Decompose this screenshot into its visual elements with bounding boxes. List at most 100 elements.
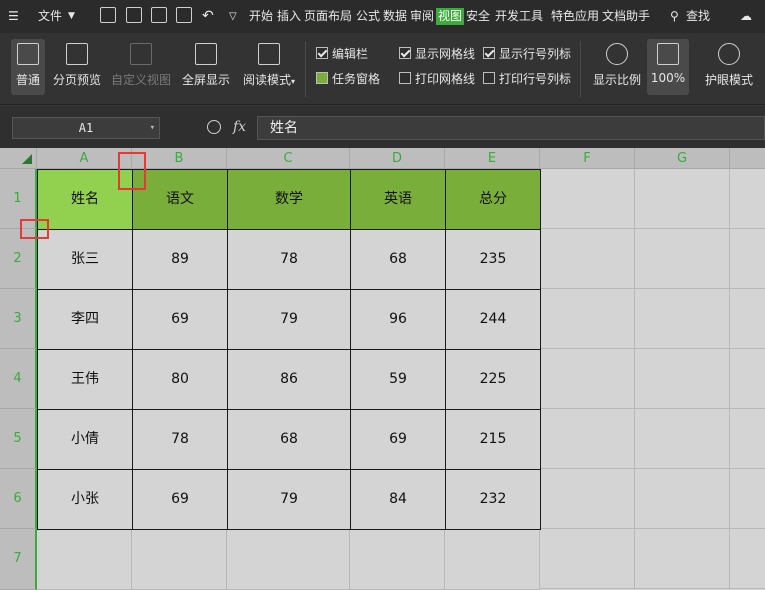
empty-cell[interactable] xyxy=(540,289,635,349)
empty-cell[interactable] xyxy=(730,169,765,229)
table-cell-chinese[interactable]: 89 xyxy=(132,229,228,290)
undo-icon[interactable]: ↶ xyxy=(202,8,214,25)
empty-cell[interactable] xyxy=(540,469,635,529)
file-dropdown-icon[interactable]: ▼ xyxy=(68,8,75,25)
spreadsheet-grid[interactable]: A B C D E F G 1 2 3 4 5 6 7 姓名 语文 数学 英语 … xyxy=(0,148,765,590)
search-button[interactable]: 查找 xyxy=(686,8,710,25)
tab-special[interactable]: 特色应用 xyxy=(551,8,599,25)
table-cell-name[interactable]: 小张 xyxy=(37,469,133,530)
table-cell-total[interactable]: 215 xyxy=(445,409,541,470)
tab-insert[interactable]: 插入 xyxy=(277,8,301,25)
column-header-g[interactable]: G xyxy=(635,148,730,169)
empty-cell[interactable] xyxy=(635,229,730,289)
table-cell-name[interactable]: 李四 xyxy=(37,289,133,350)
edit-bar-checkbox[interactable]: 编辑栏 xyxy=(316,46,368,62)
table-cell-name[interactable]: 王伟 xyxy=(37,349,133,410)
zoom-100-button[interactable]: 100% xyxy=(647,39,689,95)
table-cell-total[interactable]: 225 xyxy=(445,349,541,410)
name-box[interactable]: A1 ▾ xyxy=(12,117,160,139)
menu-file[interactable]: 文件 xyxy=(38,8,62,25)
full-screen-button[interactable]: 全屏显示 xyxy=(180,39,232,88)
normal-view-button[interactable]: 普通 xyxy=(11,39,45,95)
empty-cell[interactable] xyxy=(227,529,350,590)
zoom-formula-icon[interactable] xyxy=(207,120,221,134)
table-cell-name[interactable]: 小倩 xyxy=(37,409,133,470)
print-preview-icon[interactable] xyxy=(176,7,192,23)
empty-cell[interactable] xyxy=(730,529,765,589)
tab-page-layout[interactable]: 页面布局 xyxy=(304,8,352,25)
save-icon[interactable] xyxy=(100,7,116,23)
formula-input[interactable]: 姓名 xyxy=(257,116,765,140)
empty-cell[interactable] xyxy=(730,229,765,289)
empty-cell[interactable] xyxy=(540,349,635,409)
table-cell-chinese[interactable]: 80 xyxy=(132,349,228,410)
page-break-preview-button[interactable]: 分页预览 xyxy=(50,39,104,88)
row-header-5[interactable]: 5 xyxy=(0,409,37,469)
table-cell-total[interactable]: 235 xyxy=(445,229,541,290)
cloud-sync-icon[interactable]: ☁ xyxy=(740,8,752,25)
reading-mode-button[interactable]: 阅读模式▾ xyxy=(238,39,300,88)
table-cell-chinese[interactable]: 69 xyxy=(132,469,228,530)
tab-home[interactable]: 开始 xyxy=(249,8,273,25)
table-cell-english[interactable]: 59 xyxy=(350,349,446,410)
print-gridlines-checkbox[interactable]: 打印网格线 xyxy=(399,71,475,87)
table-cell-math[interactable]: 79 xyxy=(227,289,351,350)
column-header-b[interactable]: B xyxy=(132,148,227,169)
table-cell-math[interactable]: 86 xyxy=(227,349,351,410)
tab-security[interactable]: 安全 xyxy=(466,8,490,25)
more-icon[interactable]: ▽ xyxy=(229,8,237,25)
print-headers-checkbox[interactable]: 打印行号列标 xyxy=(483,71,571,87)
table-cell-chinese[interactable]: 69 xyxy=(132,289,228,350)
row-header-7[interactable]: 7 xyxy=(0,529,37,590)
column-header-d[interactable]: D xyxy=(350,148,445,169)
tab-doc-assistant[interactable]: 文档助手 xyxy=(602,8,650,25)
tab-view[interactable]: 视图 xyxy=(436,8,465,25)
custom-view-button[interactable]: 自定义视图 xyxy=(109,39,173,88)
table-header-chinese[interactable]: 语文 xyxy=(132,169,228,230)
chevron-down-icon[interactable]: ▾ xyxy=(150,118,155,138)
hamburger-icon[interactable]: ☰ xyxy=(8,8,19,25)
empty-cell[interactable] xyxy=(37,529,132,590)
empty-cell[interactable] xyxy=(730,289,765,349)
row-header-3[interactable]: 3 xyxy=(0,289,37,349)
row-header-6[interactable]: 6 xyxy=(0,469,37,529)
table-header-math[interactable]: 数学 xyxy=(227,169,351,230)
empty-cell[interactable] xyxy=(350,529,445,590)
table-cell-chinese[interactable]: 78 xyxy=(132,409,228,470)
tab-developer[interactable]: 开发工具 xyxy=(495,8,543,25)
table-cell-name[interactable]: 张三 xyxy=(37,229,133,290)
empty-cell[interactable] xyxy=(445,529,540,590)
zoom-ratio-button[interactable]: 显示比例 xyxy=(590,39,644,88)
tab-formula[interactable]: 公式 xyxy=(356,8,380,25)
search-icon[interactable]: ⚲ xyxy=(670,8,679,25)
fx-icon[interactable]: fx xyxy=(233,119,246,135)
eye-mode-button[interactable]: 护眼模式 xyxy=(700,39,758,88)
empty-cell[interactable] xyxy=(540,229,635,289)
print-icon[interactable] xyxy=(151,7,167,23)
empty-cell[interactable] xyxy=(635,169,730,229)
show-gridlines-checkbox[interactable]: 显示网格线 xyxy=(399,46,475,62)
column-header-h[interactable] xyxy=(730,148,765,169)
export-icon[interactable] xyxy=(126,7,142,23)
table-cell-math[interactable]: 79 xyxy=(227,469,351,530)
table-cell-english[interactable]: 68 xyxy=(350,229,446,290)
empty-cell[interactable] xyxy=(635,529,730,589)
column-header-c[interactable]: C xyxy=(227,148,350,169)
table-cell-total[interactable]: 232 xyxy=(445,469,541,530)
column-header-f[interactable]: F xyxy=(540,148,635,169)
row-header-4[interactable]: 4 xyxy=(0,349,37,409)
table-header-english[interactable]: 英语 xyxy=(350,169,446,230)
task-pane-checkbox[interactable]: 任务窗格 xyxy=(316,71,380,87)
empty-cell[interactable] xyxy=(540,409,635,469)
select-all-corner[interactable] xyxy=(0,148,37,169)
table-cell-english[interactable]: 96 xyxy=(350,289,446,350)
table-cell-english[interactable]: 69 xyxy=(350,409,446,470)
tab-review[interactable]: 审阅 xyxy=(410,8,434,25)
reading-mode-dropdown-icon[interactable]: ▾ xyxy=(291,77,295,86)
empty-cell[interactable] xyxy=(730,349,765,409)
empty-cell[interactable] xyxy=(730,409,765,469)
empty-cell[interactable] xyxy=(635,349,730,409)
show-headers-checkbox[interactable]: 显示行号列标 xyxy=(483,46,571,62)
tab-data[interactable]: 数据 xyxy=(383,8,407,25)
table-header-total[interactable]: 总分 xyxy=(445,169,541,230)
